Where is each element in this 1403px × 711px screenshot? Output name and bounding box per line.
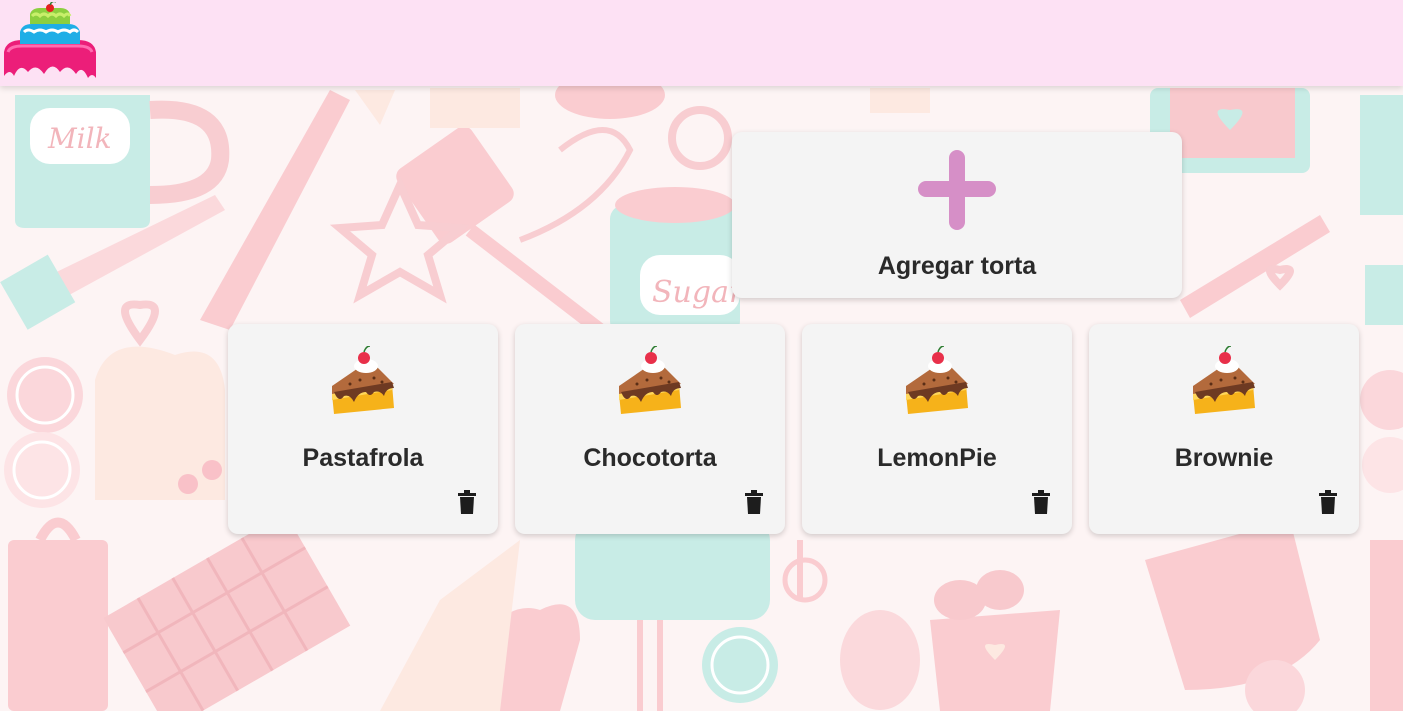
pie-card-brownie[interactable]: Brownie [1089,324,1359,534]
add-pie-card[interactable]: Agregar torta [732,132,1182,298]
top-navbar [0,0,1403,86]
delete-brownie-button[interactable] [1319,490,1337,514]
cake-logo-icon[interactable] [2,2,98,82]
pie-card-pastafrola[interactable]: Pastafrola [228,324,498,534]
pie-name: Pastafrola [302,444,424,472]
delete-chocotorta-button[interactable] [745,490,763,514]
cake-slice-icon [332,346,394,414]
delete-lemonpie-button[interactable] [1032,490,1050,514]
pie-name: Brownie [1174,444,1274,472]
pie-name: LemonPie [877,444,997,472]
add-pie-label: Agregar torta [877,252,1037,280]
pie-name: Chocotorta [583,444,717,472]
delete-pastafrola-button[interactable] [458,490,476,514]
plus-icon [918,150,996,230]
cake-slice-icon [906,346,968,414]
cake-slice-icon [1193,346,1255,414]
pie-card-lemonpie[interactable]: LemonPie [802,324,1072,534]
cake-slice-icon [619,346,681,414]
pie-card-chocotorta[interactable]: Chocotorta [515,324,785,534]
